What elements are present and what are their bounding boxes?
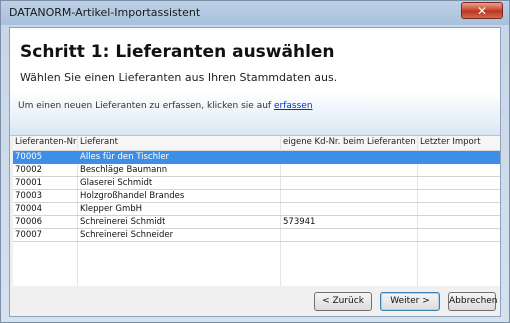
close-button[interactable]: ✕: [461, 2, 503, 19]
supplier-table[interactable]: Lieferanten-Nr Lieferant eigene Kd-Nr. b…: [13, 135, 500, 286]
table-row[interactable]: 70004 Klepper GmbH: [13, 203, 500, 216]
cell-nr: 70006: [15, 217, 43, 227]
wizard-window: DATANORM-Artikel-Importassistent ✕ Schri…: [0, 0, 510, 323]
hint-panel: Um einen neuen Lieferanten zu erfassen, …: [10, 91, 500, 136]
cell-nr: 70005: [15, 152, 43, 162]
wizard-header: Schritt 1: Lieferanten auswählen Wählen …: [10, 28, 500, 92]
cell-supplier: Alles für den Tischler: [80, 152, 170, 162]
hint-text: Um einen neuen Lieferanten zu erfassen, …: [18, 101, 313, 111]
step-title: Schritt 1: Lieferanten auswählen: [20, 42, 335, 62]
table-row[interactable]: 70001 Glaserei Schmidt: [13, 177, 500, 190]
hint-label: Um einen neuen Lieferanten zu erfassen, …: [18, 101, 272, 111]
table-row[interactable]: 70006 Schreinerei Schmidt 573941: [13, 216, 500, 229]
cell-supplier: Schreinerei Schneider: [80, 230, 174, 240]
cell-supplier: Beschläge Baumann: [80, 165, 168, 175]
column-header-supplier[interactable]: Lieferant: [80, 137, 280, 147]
cell-nr: 70001: [15, 178, 43, 188]
column-header-nr[interactable]: Lieferanten-Nr: [15, 137, 77, 147]
window-title: DATANORM-Artikel-Importassistent: [9, 6, 201, 19]
wizard-client-area: Schritt 1: Lieferanten auswählen Wählen …: [9, 27, 501, 317]
table-row[interactable]: 70002 Beschläge Baumann: [13, 164, 500, 177]
step-subtitle: Wählen Sie einen Lieferanten aus Ihren S…: [20, 71, 338, 84]
cell-supplier: Holzgroßhandel Brandes: [80, 191, 185, 201]
cell-supplier: Glaserei Schmidt: [80, 178, 153, 188]
table-row[interactable]: 70003 Holzgroßhandel Brandes: [13, 190, 500, 203]
cell-nr: 70003: [15, 191, 43, 201]
back-button[interactable]: < Zurück: [314, 292, 372, 311]
next-button[interactable]: Weiter >: [380, 292, 440, 311]
column-header-customer-nr[interactable]: eigene Kd-Nr. beim Lieferanten: [283, 137, 418, 147]
wizard-footer: < Zurück Weiter > Abbrechen: [10, 288, 500, 316]
cell-nr: 70007: [15, 230, 43, 240]
create-supplier-link[interactable]: erfassen: [274, 101, 313, 111]
table-row[interactable]: 70005 Alles für den Tischler: [13, 151, 500, 164]
cell-customer-nr: 573941: [283, 217, 316, 227]
column-header-last-import[interactable]: Letzter Import: [420, 137, 498, 147]
cell-supplier: Klepper GmbH: [80, 204, 143, 214]
cancel-button[interactable]: Abbrechen: [448, 292, 498, 311]
cell-nr: 70002: [15, 165, 43, 175]
cell-supplier: Schreinerei Schmidt: [80, 217, 166, 227]
close-icon: ✕: [476, 4, 488, 18]
cell-nr: 70004: [15, 204, 43, 214]
table-row[interactable]: 70007 Schreinerei Schneider: [13, 229, 500, 242]
title-bar[interactable]: DATANORM-Artikel-Importassistent ✕: [1, 1, 509, 25]
table-header: Lieferanten-Nr Lieferant eigene Kd-Nr. b…: [13, 136, 500, 151]
